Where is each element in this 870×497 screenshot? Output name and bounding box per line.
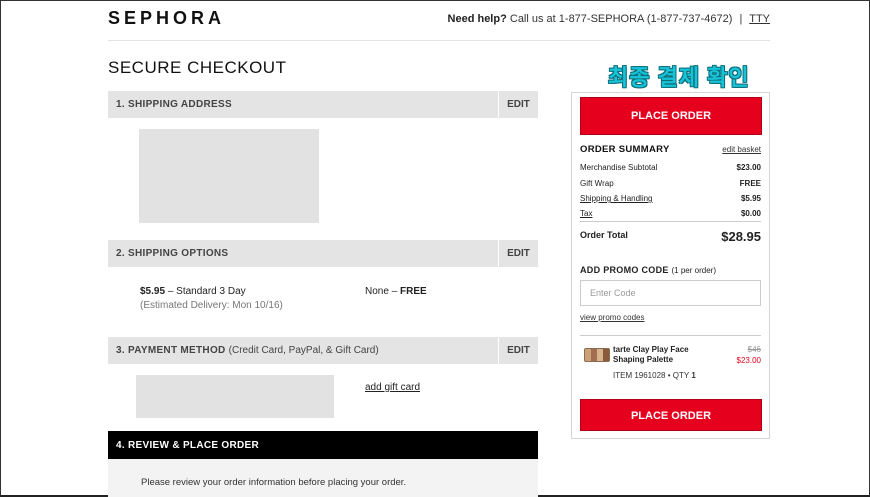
- order-summary-title: ORDER SUMMARY: [580, 144, 670, 155]
- promo-code-input[interactable]: [580, 280, 761, 306]
- help-phone: Call us at 1-877-SEPHORA (1-877-737-4672…: [509, 13, 733, 25]
- order-summary-panel: PLACE ORDER ORDER SUMMARY edit basket Me…: [571, 92, 770, 439]
- shipping-price: $5.95: [140, 286, 166, 297]
- edit-payment-button[interactable]: EDIT: [498, 337, 538, 364]
- help-bar: Need help? Call us at 1-877-SEPHORA (1-8…: [448, 13, 770, 25]
- tty-link[interactable]: TTY: [749, 13, 770, 25]
- add-gift-card-link[interactable]: add gift card: [365, 382, 420, 393]
- summary-row-tax: Tax $0.00: [580, 209, 761, 218]
- order-total: Order Total $28.95: [580, 229, 761, 244]
- header-divider: [108, 40, 770, 41]
- shipping-dash: –: [167, 286, 174, 297]
- promo-title: ADD PROMO CODE (1 per order): [580, 265, 716, 275]
- shipping-option-standard: $5.95 – Standard 3 Day (Estimated Delive…: [140, 286, 283, 311]
- shipping-name: Standard 3 Day: [176, 286, 246, 297]
- summary-divider: [580, 221, 761, 222]
- summary-row-value: $0.00: [740, 209, 761, 218]
- product-qty-value: 1: [691, 371, 696, 380]
- product-thumbnail[interactable]: [584, 348, 610, 362]
- shipping-address-placeholder: [139, 129, 319, 223]
- review-instructions: Please review your order information bef…: [141, 477, 407, 488]
- gift-option-none: None – FREE: [365, 286, 427, 297]
- edit-shipping-options-button[interactable]: EDIT: [498, 240, 538, 267]
- summary-row-value: $5.95: [740, 194, 761, 203]
- summary-row-label: Gift Wrap: [580, 179, 614, 188]
- place-order-button-bottom[interactable]: PLACE ORDER: [580, 399, 762, 431]
- help-separator: |: [739, 13, 743, 25]
- gift-option-price: FREE: [400, 286, 427, 297]
- summary-row-label: Merchandise Subtotal: [580, 163, 658, 172]
- shipping-estimate: (Estimated Delivery: Mon 10/16): [140, 300, 283, 311]
- product-meta: ITEM 1961028 • QTY 1: [613, 371, 696, 380]
- page-title: SECURE CHECKOUT: [108, 58, 287, 77]
- sephora-logo[interactable]: SEPHORA: [108, 8, 225, 29]
- product-qty-label: QTY: [672, 371, 690, 380]
- summary-row-gift-wrap: Gift Wrap FREE: [580, 179, 761, 188]
- payment-label: 3. PAYMENT METHOD: [116, 345, 226, 356]
- shipping-handling-link[interactable]: Shipping & Handling: [580, 194, 653, 203]
- payment-sublabel: (Credit Card, PayPal, & Gift Card): [228, 345, 379, 356]
- product-item-number: ITEM 1961028: [613, 371, 666, 380]
- edit-basket-link[interactable]: edit basket: [722, 145, 761, 154]
- summary-divider: [580, 335, 761, 336]
- section-shipping-options: 2. SHIPPING OPTIONS EDIT: [108, 240, 538, 267]
- annotation-caption: 최종 결제 확인: [608, 65, 750, 90]
- product-name[interactable]: tarte Clay Play Face Shaping Palette: [613, 345, 713, 365]
- summary-row-value: FREE: [739, 179, 761, 188]
- section-label: 1. SHIPPING ADDRESS: [116, 99, 232, 110]
- tax-link[interactable]: Tax: [580, 209, 592, 218]
- section-label: 3. PAYMENT METHOD (Credit Card, PayPal, …: [116, 345, 379, 356]
- view-promo-codes-link[interactable]: view promo codes: [580, 313, 644, 322]
- promo-title-label: ADD PROMO CODE: [580, 265, 669, 275]
- place-order-button[interactable]: PLACE ORDER: [580, 97, 762, 135]
- product-meta-bullet: •: [667, 371, 671, 380]
- help-label: Need help?: [447, 13, 507, 25]
- product-original-price: $46: [747, 345, 761, 354]
- promo-title-sub: (1 per order): [671, 266, 716, 275]
- section-label: 2. SHIPPING OPTIONS: [116, 248, 229, 259]
- edit-shipping-address-button[interactable]: EDIT: [498, 91, 538, 118]
- gift-option-dash: –: [391, 286, 398, 297]
- section-payment-method: 3. PAYMENT METHOD (Credit Card, PayPal, …: [108, 337, 538, 364]
- section-label: 4. REVIEW & PLACE ORDER: [116, 440, 260, 451]
- section-review-place-order: 4. REVIEW & PLACE ORDER: [108, 431, 538, 459]
- order-total-value: $28.95: [721, 229, 761, 244]
- summary-row-shipping: Shipping & Handling $5.95: [580, 194, 761, 203]
- section-shipping-address: 1. SHIPPING ADDRESS EDIT: [108, 91, 538, 118]
- gift-option-name: None: [365, 286, 389, 297]
- payment-placeholder: [136, 375, 334, 418]
- summary-row-subtotal: Merchandise Subtotal $23.00: [580, 163, 761, 172]
- order-total-label: Order Total: [580, 230, 628, 240]
- summary-row-value: $23.00: [736, 163, 761, 172]
- product-sale-price: $23.00: [736, 356, 761, 365]
